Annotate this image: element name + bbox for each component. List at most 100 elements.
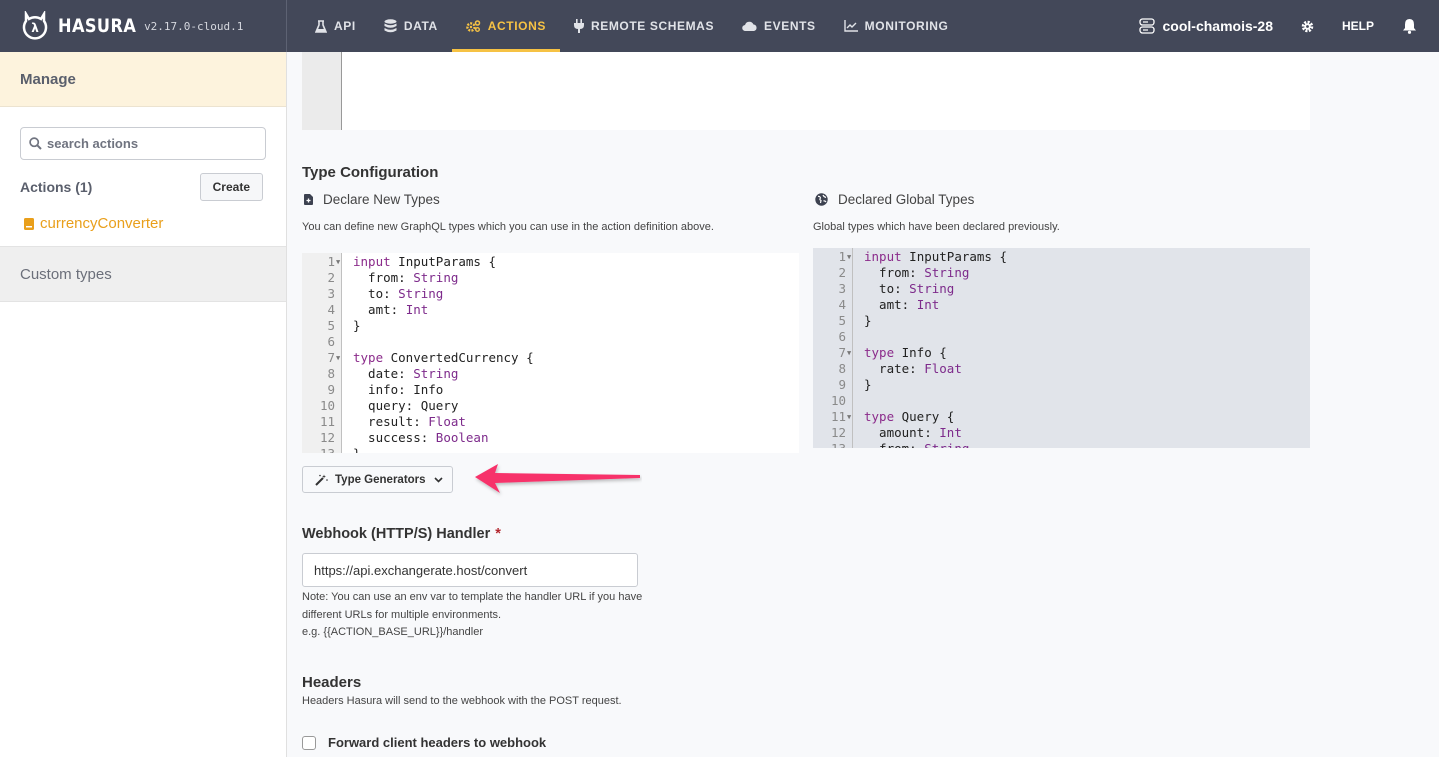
code-text: amt: Int bbox=[353, 302, 429, 317]
line-number: 13 bbox=[813, 441, 846, 448]
code-line: 3 to: String bbox=[302, 286, 799, 302]
nav-remote-schemas[interactable]: REMOTE SCHEMAS bbox=[560, 0, 728, 52]
fold-toggle-icon[interactable]: ▼ bbox=[336, 254, 340, 270]
sidebar-item-currency-converter[interactable]: currencyConverter bbox=[24, 215, 286, 232]
line-number: 10 bbox=[830, 393, 846, 408]
code-line: 3 to: String bbox=[813, 281, 1310, 297]
code-line: 11 ▼ type Query { bbox=[813, 409, 1310, 425]
server-icon bbox=[1138, 18, 1155, 34]
webhook-handler-label-text: Webhook (HTTP/S) Handler bbox=[302, 526, 491, 542]
code-line: 11 result: Float bbox=[302, 414, 799, 430]
code-line: 12 amount: Int bbox=[813, 425, 1310, 441]
code-line: 13} bbox=[302, 446, 799, 453]
settings-gear-icon[interactable] bbox=[1301, 20, 1314, 33]
code-text: } bbox=[353, 318, 361, 333]
line-number: 8 bbox=[327, 366, 335, 381]
line-number: 6 bbox=[327, 334, 335, 349]
code-text: info: Info bbox=[353, 382, 444, 397]
notifications-bell-icon[interactable] bbox=[1402, 18, 1417, 34]
declare-new-types-heading: Declare New Types bbox=[304, 192, 440, 207]
code-text: success: Boolean bbox=[353, 430, 489, 445]
project-name: cool-chamois-28 bbox=[1162, 18, 1273, 34]
flask-icon bbox=[315, 19, 327, 33]
fold-toggle-icon[interactable]: ▼ bbox=[847, 345, 851, 361]
declare-new-types-label: Declare New Types bbox=[323, 192, 440, 207]
line-number: 6 bbox=[838, 329, 846, 344]
project-selector[interactable]: cool-chamois-28 bbox=[1138, 18, 1273, 34]
declared-global-types-description: Global types which have been declared pr… bbox=[813, 221, 1060, 233]
code-line: 7 ▼ type ConvertedCurrency { bbox=[302, 350, 799, 366]
sidebar-custom-types[interactable]: Custom types bbox=[0, 246, 286, 302]
plug-icon bbox=[573, 19, 584, 33]
cogs-icon bbox=[465, 20, 481, 32]
line-number: 12 bbox=[830, 425, 846, 440]
type-generators-dropdown[interactable]: Type Generators bbox=[302, 466, 453, 493]
nav-actions[interactable]: ACTIONS bbox=[451, 0, 561, 52]
fold-toggle-icon[interactable]: ▼ bbox=[847, 249, 851, 265]
line-number: 3 bbox=[838, 281, 846, 296]
forward-headers-option[interactable]: Forward client headers to webhook bbox=[302, 735, 546, 750]
fold-toggle-icon[interactable]: ▼ bbox=[336, 350, 340, 366]
new-types-code-editor[interactable]: 1 ▼ input InputParams {2 from: String 3 to:… bbox=[302, 253, 799, 453]
brand[interactable]: λ HASURA v2.17.0-cloud.1 bbox=[0, 0, 287, 52]
nav-events[interactable]: EVENTS bbox=[728, 0, 830, 52]
code-text: from: String bbox=[353, 270, 459, 285]
chart-line-icon bbox=[843, 20, 858, 32]
nav-actions-label: ACTIONS bbox=[487, 19, 546, 33]
code-line: 5} bbox=[813, 313, 1310, 329]
fold-toggle-icon[interactable]: ▼ bbox=[847, 409, 851, 425]
code-line: 2 from: String bbox=[813, 265, 1310, 281]
code-line: 1 ▼ input InputParams { bbox=[302, 254, 799, 270]
line-number: 3 bbox=[327, 286, 335, 301]
sidebar-manage[interactable]: Manage bbox=[0, 52, 286, 107]
line-number: 2 bbox=[838, 265, 846, 280]
line-number: 7 bbox=[838, 345, 846, 360]
line-number: 4 bbox=[838, 297, 846, 312]
database-icon bbox=[384, 19, 397, 33]
code-line: 6 bbox=[813, 329, 1310, 345]
line-number: 2 bbox=[327, 270, 335, 285]
top-navbar: λ HASURA v2.17.0-cloud.1 API DATA ACTION… bbox=[0, 0, 1439, 52]
file-plus-icon bbox=[304, 194, 313, 205]
editor-gutter bbox=[302, 52, 342, 130]
code-text: rate: Float bbox=[864, 361, 962, 376]
nav-api[interactable]: API bbox=[301, 0, 370, 52]
line-number: 9 bbox=[838, 377, 846, 392]
right-nav: cool-chamois-28 HELP bbox=[1138, 0, 1439, 52]
code-text: query: Query bbox=[353, 398, 459, 413]
type-generators-label: Type Generators bbox=[335, 473, 426, 486]
line-number: 11 bbox=[830, 409, 846, 424]
global-types-code-viewer: 1 ▼ input InputParams {2 from: String 3 to:… bbox=[813, 248, 1310, 448]
declare-new-types-description: You can define new GraphQL types which y… bbox=[302, 221, 714, 233]
declared-global-types-heading: Declared Global Types bbox=[815, 192, 974, 207]
code-text: date: String bbox=[353, 366, 459, 381]
code-text: } bbox=[864, 313, 872, 328]
code-text: result: Float bbox=[353, 414, 466, 429]
nav-monitoring[interactable]: MONITORING bbox=[830, 0, 963, 52]
forward-headers-checkbox[interactable] bbox=[302, 735, 316, 750]
code-text: to: String bbox=[353, 286, 444, 301]
code-line: 7 ▼ type Info { bbox=[813, 345, 1310, 361]
webhook-handler-input[interactable] bbox=[302, 553, 638, 587]
line-number: 1 bbox=[327, 254, 335, 269]
line-number: 13 bbox=[302, 446, 335, 453]
search-actions-input[interactable] bbox=[47, 136, 247, 151]
type-configuration-title: Type Configuration bbox=[302, 164, 439, 181]
code-text: input InputParams { bbox=[353, 254, 496, 269]
create-action-button[interactable]: Create bbox=[199, 173, 263, 201]
line-number: 9 bbox=[327, 382, 335, 397]
search-actions-field[interactable] bbox=[20, 127, 266, 160]
nav-data[interactable]: DATA bbox=[370, 0, 452, 52]
nav-monitoring-label: MONITORING bbox=[864, 19, 949, 33]
headers-title: Headers bbox=[302, 674, 362, 691]
line-number: 5 bbox=[327, 318, 335, 333]
chevron-down-icon bbox=[433, 476, 443, 483]
action-definition-editor[interactable] bbox=[302, 52, 1310, 130]
code-text: } bbox=[864, 377, 872, 392]
cloud-icon bbox=[742, 21, 757, 31]
code-line: 13 from: String bbox=[813, 441, 1310, 448]
line-number: 12 bbox=[319, 430, 335, 445]
code-text: type Query { bbox=[864, 409, 955, 424]
help-link[interactable]: HELP bbox=[1342, 19, 1374, 33]
actions-header: Actions (1) Create bbox=[20, 173, 263, 201]
